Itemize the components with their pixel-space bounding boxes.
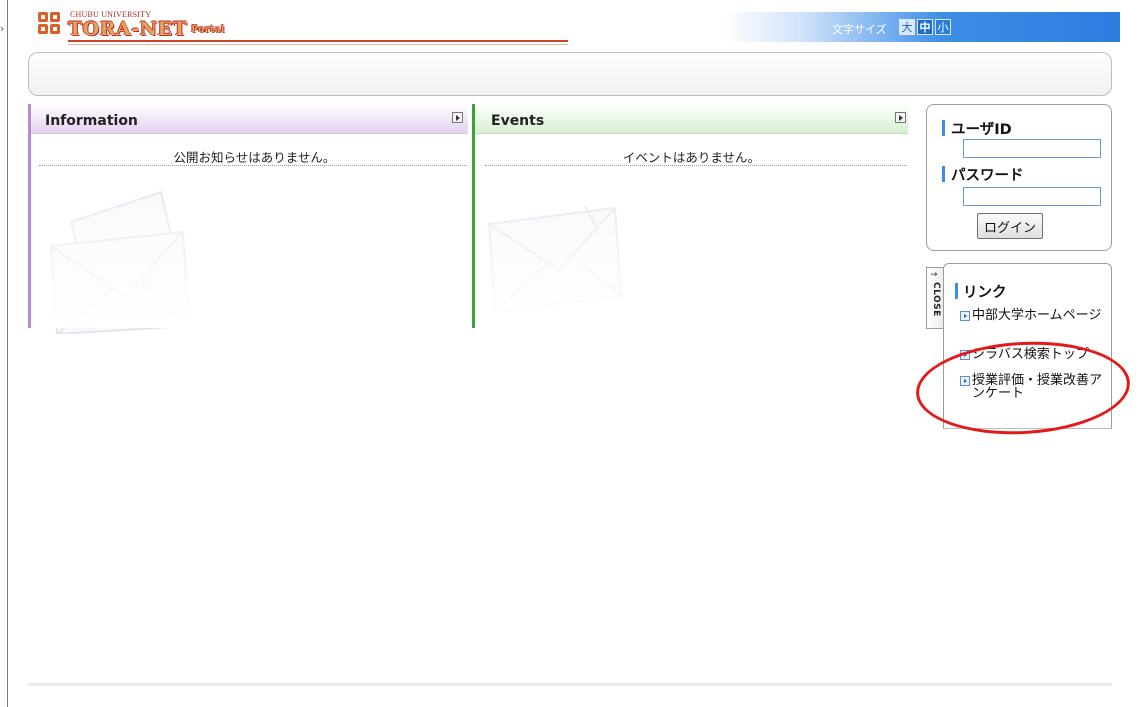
password-input[interactable] xyxy=(963,187,1101,206)
logo-title: TORA-NET Portal xyxy=(68,18,225,40)
close-tab[interactable]: → CLOSE xyxy=(926,267,944,329)
events-title: Events xyxy=(491,113,545,129)
events-divider xyxy=(485,165,907,166)
link-arrow-icon xyxy=(960,311,970,321)
link-arrow-icon xyxy=(960,350,970,360)
font-size-medium-button[interactable]: 中 xyxy=(917,19,933,35)
link-arrow-icon xyxy=(960,376,970,386)
events-message: イベントはありません。 xyxy=(622,150,761,165)
links-box-bottom-rule xyxy=(943,428,1112,429)
top-nav-bar xyxy=(28,52,1112,96)
events-panel-header: Events xyxy=(475,104,908,134)
link-label: 授業評価・授業改善アンケート xyxy=(972,373,1103,401)
user-id-label: ユーザID xyxy=(942,118,1012,139)
events-panel-fade xyxy=(475,166,908,328)
arrow-right-icon: → xyxy=(930,270,938,280)
information-panel-fade xyxy=(31,166,468,328)
link-chubu-homepage[interactable]: 中部大学ホームページ xyxy=(960,309,1110,322)
information-message: 公開お知らせはありません。 xyxy=(173,150,336,165)
link-class-evaluation-survey[interactable]: 授業評価・授業改善アンケート xyxy=(960,374,1110,400)
font-size-small-button[interactable]: 小 xyxy=(935,19,951,35)
window-edge xyxy=(7,0,8,707)
close-tab-label: CLOSE xyxy=(931,282,941,317)
links-box: リンク 中部大学ホームページ シラバス検索トップ 授業評価・授業改善アンケート xyxy=(943,263,1112,428)
expand-icon[interactable] xyxy=(452,112,463,123)
information-divider xyxy=(39,165,467,166)
link-label: シラバス検索トップ xyxy=(972,347,1089,362)
site-logo[interactable]: CHUBU UNIVERSITY TORA-NET Portal xyxy=(38,10,568,45)
links-title: リンク xyxy=(955,281,1007,302)
logo-mark-icon xyxy=(38,12,62,36)
font-size-label: 文字サイズ xyxy=(832,23,887,36)
font-size-large-button[interactable]: 大 xyxy=(899,19,915,35)
expand-icon[interactable] xyxy=(895,112,906,123)
information-title: Information xyxy=(45,113,138,129)
events-panel: Events イベントはありません。 xyxy=(472,104,908,328)
link-label: 中部大学ホームページ xyxy=(972,308,1102,323)
header: CHUBU UNIVERSITY TORA-NET Portal 文字サイズ 大 … xyxy=(8,0,1142,50)
font-size-bar: 文字サイズ 大 中 小 xyxy=(724,12,1120,42)
information-panel: Information 公開お知らせはありません。 xyxy=(28,104,468,334)
logo-underline-thin xyxy=(68,44,568,45)
logo-underline xyxy=(68,40,568,42)
chevron-right-icon: › xyxy=(0,22,5,35)
login-button[interactable]: ログイン xyxy=(977,213,1043,239)
login-box: ユーザID パスワード ログイン xyxy=(926,104,1112,251)
link-syllabus-search[interactable]: シラバス検索トップ xyxy=(960,348,1110,361)
password-label: パスワード xyxy=(942,164,1024,185)
information-panel-header: Information xyxy=(31,104,468,134)
footer-divider xyxy=(28,683,1112,686)
user-id-input[interactable] xyxy=(963,139,1101,158)
